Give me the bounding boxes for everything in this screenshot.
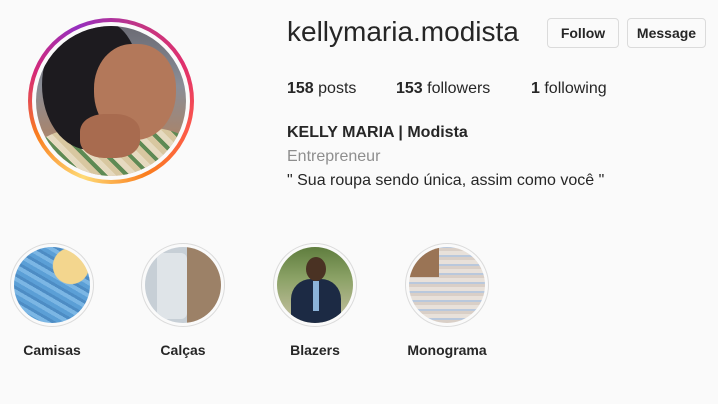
highlight-camisas[interactable]: Camisas — [2, 243, 102, 358]
highlight-image — [14, 247, 90, 323]
highlight-image — [277, 247, 353, 323]
highlight-label: Monograma — [407, 342, 487, 358]
follow-button[interactable]: Follow — [547, 18, 619, 48]
posts-count: 158 posts — [287, 80, 357, 97]
highlight-image — [409, 247, 485, 323]
highlight-label: Blazers — [290, 342, 340, 358]
followers-link[interactable]: 153 followers — [396, 80, 490, 98]
highlight-cover — [10, 243, 94, 327]
profile-page: kellymaria.modista Follow Message 158 po… — [0, 0, 718, 404]
profile-full-name: KELLY MARIA | Modista — [287, 124, 468, 141]
profile-avatar[interactable] — [28, 18, 194, 184]
avatar-photo — [36, 26, 186, 176]
highlight-monograma[interactable]: Monograma — [397, 243, 497, 358]
highlight-image — [145, 247, 221, 323]
profile-bio: " Sua roupa sendo única, assim como você… — [287, 172, 605, 189]
following-link[interactable]: 1 following — [531, 80, 607, 98]
profile-category: Entrepreneur — [287, 148, 381, 165]
highlight-cover — [405, 243, 489, 327]
highlight-label: Camisas — [23, 342, 81, 358]
highlight-calcas[interactable]: Calças — [133, 243, 233, 358]
profile-username: kellymaria.modista — [287, 16, 519, 47]
highlight-blazers[interactable]: Blazers — [265, 243, 365, 358]
message-button[interactable]: Message — [627, 18, 706, 48]
highlight-label: Calças — [160, 342, 206, 358]
highlight-cover — [273, 243, 357, 327]
highlight-cover — [141, 243, 225, 327]
